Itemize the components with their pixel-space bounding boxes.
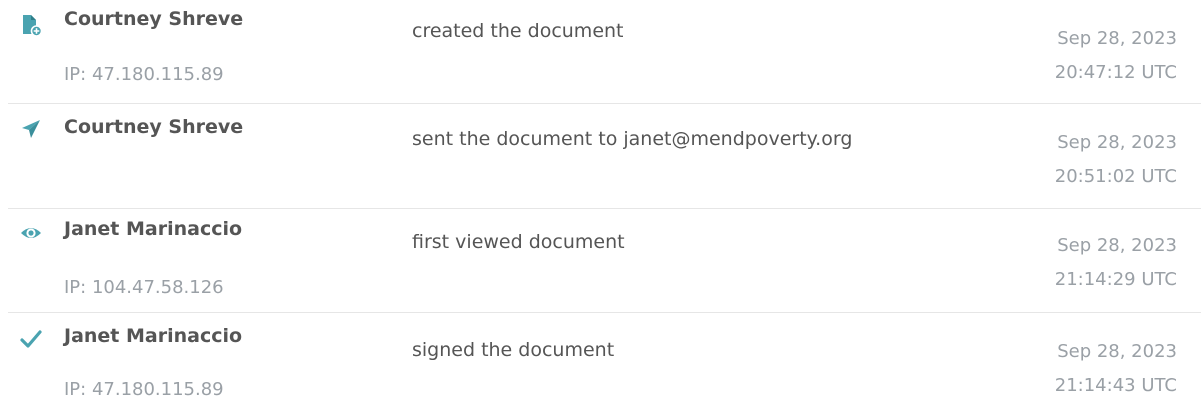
ip-address: IP: 47.180.115.89 — [64, 64, 224, 85]
event-action: signed the document — [412, 339, 615, 361]
event-date: Sep 28, 2023 — [1057, 341, 1177, 362]
event-action: sent the document to janet@mendpoverty.o… — [412, 128, 853, 150]
event-action: first viewed document — [412, 231, 625, 253]
actor-name: Courtney Shreve — [64, 8, 244, 30]
audit-event: Courtney Shreve IP: 47.180.115.89 create… — [0, 0, 1201, 103]
actor-name: Courtney Shreve — [64, 116, 244, 138]
event-date: Sep 28, 2023 — [1057, 28, 1177, 49]
document-add-icon — [23, 15, 42, 36]
audit-trail: Courtney Shreve IP: 47.180.115.89 create… — [0, 0, 1201, 416]
event-action: created the document — [412, 20, 624, 42]
event-time: 20:51:02 UTC — [1054, 166, 1177, 187]
ip-address: IP: 104.47.58.126 — [64, 277, 224, 298]
event-date: Sep 28, 2023 — [1057, 235, 1177, 256]
eye-icon — [21, 228, 41, 238]
ip-address: IP: 47.180.115.89 — [64, 379, 224, 400]
audit-event: Courtney Shreve sent the document to jan… — [0, 104, 1201, 208]
event-time: 21:14:29 UTC — [1054, 269, 1177, 290]
actor-name: Janet Marinaccio — [64, 218, 243, 240]
checkmark-icon — [20, 330, 42, 348]
event-time: 21:14:43 UTC — [1054, 375, 1177, 396]
audit-event: Janet Marinaccio IP: 47.180.115.89 signe… — [0, 313, 1201, 416]
event-date: Sep 28, 2023 — [1057, 132, 1177, 153]
audit-event: Janet Marinaccio IP: 104.47.58.126 first… — [0, 209, 1201, 312]
event-time: 20:47:12 UTC — [1054, 62, 1177, 83]
actor-name: Janet Marinaccio — [64, 325, 243, 347]
paper-plane-icon — [22, 120, 40, 138]
